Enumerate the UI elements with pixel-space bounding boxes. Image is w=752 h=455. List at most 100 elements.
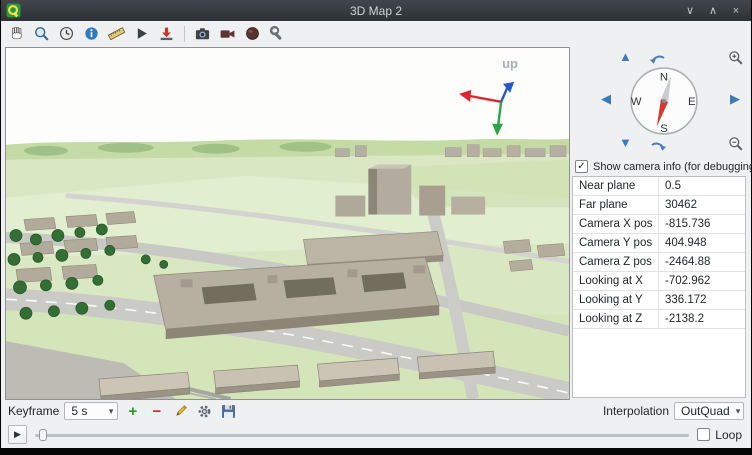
toolbar-separator	[184, 26, 185, 42]
slider-groove	[35, 434, 689, 437]
compass-s-label: S	[660, 123, 668, 135]
video-camera-icon	[219, 25, 236, 42]
animation-timeline-bar: ▶ Loop	[1, 424, 751, 445]
viewport-3d-canvas[interactable]: up	[5, 47, 570, 400]
identify-button[interactable]	[81, 23, 102, 44]
table-row: Far plane 30462	[573, 196, 745, 215]
plus-icon: +	[128, 404, 137, 419]
keyframe-value: 5 s	[71, 404, 87, 418]
edit-keyframe-button[interactable]	[171, 402, 190, 421]
record-video-button[interactable]	[217, 23, 238, 44]
compass-e-label: E	[688, 96, 696, 108]
tilt-up-button[interactable]: ▲	[619, 50, 632, 64]
measure-line-button[interactable]	[106, 23, 127, 44]
row-value: -2138.2	[659, 310, 745, 328]
window-controls: ∨ ∧ ×	[684, 4, 751, 18]
loop-control: Loop	[697, 428, 744, 442]
capture-camera-button[interactable]	[192, 23, 213, 44]
export-download-icon	[158, 25, 175, 42]
ruler-icon	[108, 25, 125, 42]
camera-info-table: Near plane 0.5 Far plane 30462 Camera X …	[572, 176, 746, 398]
axis-up-label: up	[502, 56, 518, 71]
pan-hand-icon	[8, 25, 25, 42]
row-value: -702.962	[659, 272, 745, 290]
show-camera-info-label: Show camera info (for debugging)	[593, 161, 752, 173]
row-label: Camera X pos	[573, 215, 659, 233]
clock-orbit-icon	[58, 25, 75, 42]
table-row: Looking at Z -2138.2	[573, 310, 745, 329]
compass[interactable]: N S W E	[627, 64, 701, 138]
loop-checkbox[interactable]	[697, 428, 710, 441]
navigation-panel: ▲ ◀ N S W E ▶ ▼	[571, 47, 749, 398]
export-frames-button[interactable]	[219, 402, 238, 421]
row-label: Camera Z pos	[573, 253, 659, 271]
show-camera-info-row: ✓ Show camera info (for debugging)	[571, 157, 749, 173]
export-animation-button[interactable]	[156, 23, 177, 44]
minus-icon: −	[152, 404, 161, 419]
row-value: 30462	[659, 196, 745, 214]
row-value: -815.736	[659, 215, 745, 233]
toolbar	[1, 21, 751, 46]
table-row: Camera X pos -815.736	[573, 215, 745, 234]
compass-n-label: N	[660, 71, 668, 83]
gear-icon	[197, 404, 212, 419]
chevron-down-icon: ▾	[736, 406, 741, 417]
qgis-logo-icon	[6, 3, 21, 18]
window-title: 3D Map 2	[1, 4, 751, 18]
row-label: Far plane	[573, 196, 659, 214]
compass-w-label: W	[631, 96, 642, 108]
close-button[interactable]: ×	[730, 4, 742, 18]
keyframe-label: Keyframe	[8, 404, 59, 418]
row-label: Looking at Y	[573, 291, 659, 309]
animation-keyframe-bar: Keyframe 5 s ▾ + −	[1, 400, 751, 422]
rotate-right-button[interactable]	[649, 139, 667, 151]
table-row: Camera Y pos 404.948	[573, 234, 745, 253]
play-icon	[133, 25, 150, 42]
remove-keyframe-button[interactable]: −	[147, 402, 166, 421]
row-label: Camera Y pos	[573, 234, 659, 252]
rotate-left-button[interactable]	[649, 52, 667, 64]
row-value: 336.172	[659, 291, 745, 309]
interpolation-select[interactable]: OutQuad ▾	[674, 402, 744, 420]
chevron-down-icon: ▾	[109, 406, 114, 417]
row-label: Looking at X	[573, 272, 659, 290]
configure-button[interactable]	[267, 23, 288, 44]
slider-handle[interactable]	[39, 429, 47, 441]
maximize-button[interactable]: ∧	[707, 4, 719, 18]
camera-control-button[interactable]	[6, 23, 27, 44]
row-value: -2464.88	[659, 253, 745, 271]
titlebar[interactable]: 3D Map 2 ∨ ∧ ×	[1, 0, 751, 21]
play-animation-tool-button[interactable]	[131, 23, 152, 44]
minimize-button[interactable]: ∨	[684, 4, 696, 18]
zoom-full-button[interactable]	[31, 23, 52, 44]
table-row: Near plane 0.5	[573, 177, 745, 196]
wrench-icon	[269, 25, 286, 42]
map-3d-scene: up	[6, 48, 569, 399]
tilt-down-button[interactable]: ▼	[619, 136, 632, 150]
play-animation-button[interactable]: ▶	[8, 425, 27, 444]
play-icon: ▶	[14, 429, 21, 440]
interpolation-label: Interpolation	[603, 404, 669, 418]
timeline-slider[interactable]	[35, 427, 689, 443]
row-value: 404.948	[659, 234, 745, 252]
zoom-full-icon	[33, 25, 50, 42]
pencil-icon	[173, 404, 188, 419]
orbit-button[interactable]	[56, 23, 77, 44]
keyframe-settings-button[interactable]	[195, 402, 214, 421]
save-floppy-icon	[221, 404, 236, 419]
row-label: Looking at Z	[573, 310, 659, 328]
add-keyframe-button[interactable]: +	[123, 402, 142, 421]
row-label: Near plane	[573, 177, 659, 195]
effects-button[interactable]	[242, 23, 263, 44]
show-camera-info-checkbox[interactable]: ✓	[575, 160, 588, 173]
table-row: Looking at X -702.962	[573, 272, 745, 291]
move-right-button[interactable]: ▶	[730, 92, 740, 106]
zoom-out-button[interactable]	[728, 136, 744, 152]
keyframe-select[interactable]: 5 s ▾	[64, 402, 118, 420]
move-left-button[interactable]: ◀	[601, 92, 611, 106]
camera-navigation-widget: ▲ ◀ N S W E ▶ ▼	[571, 47, 749, 157]
window-3d-map: 3D Map 2 ∨ ∧ ×	[1, 0, 751, 448]
identify-info-icon	[83, 25, 100, 42]
table-row: Looking at Y 336.172	[573, 291, 745, 310]
zoom-in-button[interactable]	[728, 50, 744, 66]
